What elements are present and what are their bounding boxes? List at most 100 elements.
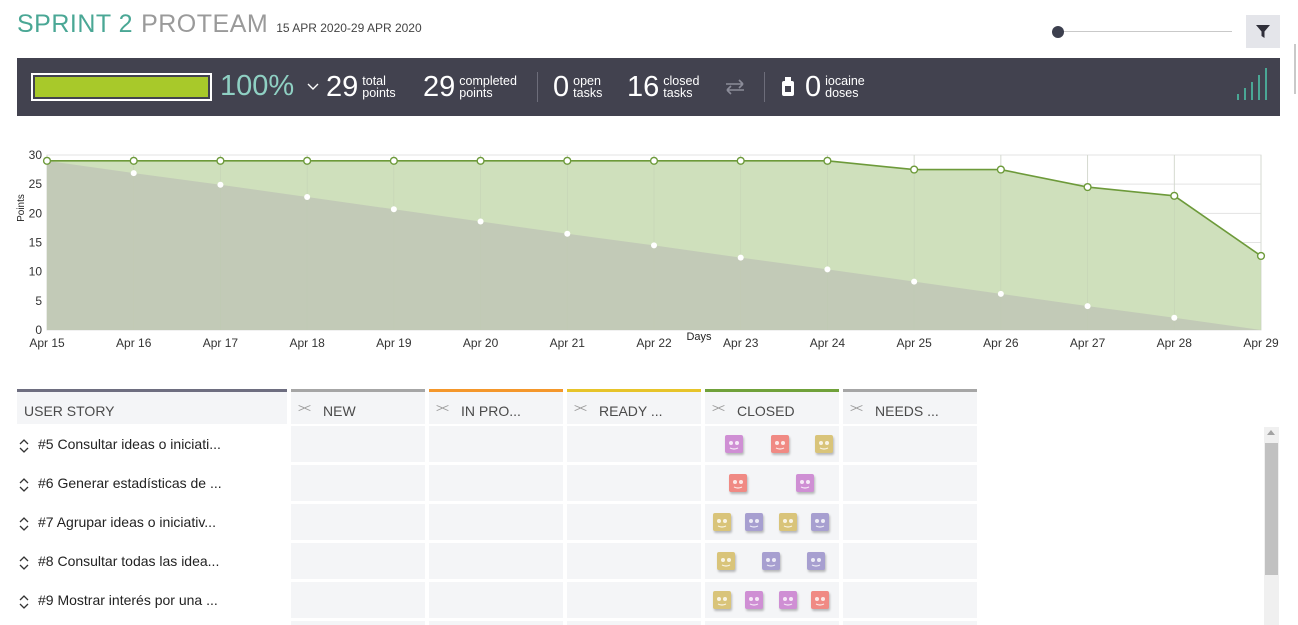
status-column-header[interactable]: >< CLOSED xyxy=(705,389,839,424)
collapse-column-icon[interactable]: >< xyxy=(298,401,311,415)
x-tick-label: Apr 25 xyxy=(896,336,932,350)
x-tick-label: Apr 27 xyxy=(1070,336,1106,350)
x-tick-label: Apr 19 xyxy=(376,336,412,350)
zoom-slider-track xyxy=(1056,31,1232,32)
user-story-row[interactable]: #9 Mostrar interés por una ... xyxy=(17,582,287,618)
column-header-label: NEEDS ... xyxy=(875,403,939,419)
total-points-stat: 29 total points xyxy=(326,70,396,104)
user-story-row[interactable]: #8 Consultar todas las idea... xyxy=(17,543,287,579)
open-tasks-value: 0 xyxy=(553,71,570,103)
status-cell xyxy=(429,543,563,579)
yellow-face-avatar-icon[interactable] xyxy=(717,552,735,570)
chart-point xyxy=(389,156,398,165)
status-cell xyxy=(291,543,425,579)
status-cell xyxy=(291,465,425,501)
sprint-stats-bar: 100% 29 total points 29 completed points 0… xyxy=(17,58,1280,116)
purple-face-avatar-icon[interactable] xyxy=(779,591,797,609)
user-story-title[interactable]: #9 Mostrar interés por una ... xyxy=(38,592,218,608)
status-cell xyxy=(567,582,701,618)
total-points-value: 29 xyxy=(326,71,359,103)
user-story-row[interactable]: #5 Consultar ideas o iniciati... xyxy=(17,426,287,462)
yellow-face-avatar-icon[interactable] xyxy=(779,513,797,531)
chart-point xyxy=(996,165,1005,174)
swap-arrows-icon xyxy=(726,79,744,95)
chart-point xyxy=(477,218,484,225)
status-column-header[interactable]: >< NEEDS ... xyxy=(843,389,977,424)
column-header-label: USER STORY xyxy=(24,403,115,419)
chart-point xyxy=(216,156,225,165)
red-face-avatar-icon[interactable] xyxy=(771,435,789,453)
status-cell xyxy=(567,543,701,579)
user-story-row[interactable]: #6 Generar estadísticas de ... xyxy=(17,465,287,501)
y-tick-label: 20 xyxy=(29,206,43,220)
sprint-date-range: 15 APR 2020-29 APR 2020 xyxy=(276,21,422,35)
expand-collapse-icon[interactable] xyxy=(19,595,29,609)
purple-face-avatar-icon[interactable] xyxy=(725,435,743,453)
completed-points-stat: 29 completed points xyxy=(423,70,517,104)
zoom-slider[interactable] xyxy=(1052,26,1232,38)
collapse-column-icon[interactable]: >< xyxy=(850,401,863,415)
status-cell xyxy=(429,582,563,618)
chart-point xyxy=(997,290,1004,297)
total-points-label: total points xyxy=(362,74,396,100)
collapse-column-icon[interactable]: >< xyxy=(574,401,587,415)
user-story-title[interactable]: #7 Agrupar ideas o iniciativ... xyxy=(38,514,216,530)
chart-point xyxy=(217,181,224,188)
collapse-column-icon[interactable]: >< xyxy=(436,401,449,415)
chart-point xyxy=(130,170,137,177)
closed-tasks-stat: 16 closed tasks xyxy=(627,70,699,104)
chart-point xyxy=(824,266,831,273)
user-story-title[interactable]: #5 Consultar ideas o iniciati... xyxy=(38,436,221,452)
yellow-face-avatar-icon[interactable] xyxy=(713,513,731,531)
filter-button[interactable] xyxy=(1246,15,1280,48)
scrollbar-thumb[interactable] xyxy=(1265,443,1278,575)
user-story-row[interactable]: #7 Agrupar ideas o iniciativ... xyxy=(17,504,287,540)
red-face-avatar-icon[interactable] xyxy=(811,591,829,609)
scroll-up-arrow-icon[interactable] xyxy=(1267,430,1275,435)
closed-tasks-label: closed tasks xyxy=(663,74,700,100)
chart-point xyxy=(736,156,745,165)
yellow-face-avatar-icon[interactable] xyxy=(713,591,731,609)
iocaine-doses-stat: 0 iocaine doses xyxy=(805,70,865,104)
status-column-header[interactable]: >< IN PRO... xyxy=(429,389,563,424)
y-tick-label: 10 xyxy=(29,265,43,279)
purple-face-avatar-icon[interactable] xyxy=(745,591,763,609)
user-story-title[interactable]: #6 Generar estadísticas de ... xyxy=(38,475,222,491)
x-tick-label: Apr 26 xyxy=(983,336,1019,350)
status-column-header[interactable]: >< NEW xyxy=(291,389,425,424)
taskboard-scrollbar[interactable] xyxy=(1264,427,1279,625)
taiga-sprint-page: SPRINT 2 PROTEAM 15 APR 2020-29 APR 2020… xyxy=(0,0,1298,625)
expand-collapse-icon[interactable] xyxy=(19,556,29,570)
lilac-face-avatar-icon[interactable] xyxy=(811,513,829,531)
x-tick-label: Apr 18 xyxy=(289,336,325,350)
y-axis-label: Points xyxy=(16,194,27,222)
x-tick-label: Apr 28 xyxy=(1157,336,1193,350)
expand-collapse-icon[interactable] xyxy=(19,439,29,453)
chart-point xyxy=(823,156,832,165)
y-tick-label: 15 xyxy=(29,236,43,250)
zoom-slider-handle[interactable] xyxy=(1052,26,1064,38)
red-face-avatar-icon[interactable] xyxy=(729,474,747,492)
collapse-column-icon[interactable]: >< xyxy=(712,401,725,415)
lilac-face-avatar-icon[interactable] xyxy=(762,552,780,570)
completed-points-value: 29 xyxy=(423,71,456,103)
sprint-name: SPRINT 2 xyxy=(17,10,134,38)
lilac-face-avatar-icon[interactable] xyxy=(745,513,763,531)
yellow-face-avatar-icon[interactable] xyxy=(815,435,833,453)
iocaine-bottle-icon xyxy=(782,77,794,96)
chevron-down-icon[interactable] xyxy=(307,80,319,92)
status-cell xyxy=(429,426,563,462)
status-cell xyxy=(843,543,977,579)
purple-face-avatar-icon[interactable] xyxy=(796,474,814,492)
status-column-header[interactable]: >< READY ... xyxy=(567,389,701,424)
status-cell xyxy=(429,504,563,540)
status-cell xyxy=(567,504,701,540)
status-cell xyxy=(291,426,425,462)
expand-collapse-icon[interactable] xyxy=(19,478,29,492)
x-tick-label: Apr 15 xyxy=(29,336,65,350)
chart-point xyxy=(910,165,919,174)
expand-collapse-icon[interactable] xyxy=(19,517,29,531)
user-story-title[interactable]: #8 Consultar todas las idea... xyxy=(38,553,219,569)
y-tick-label: 25 xyxy=(29,177,43,191)
lilac-face-avatar-icon[interactable] xyxy=(807,552,825,570)
